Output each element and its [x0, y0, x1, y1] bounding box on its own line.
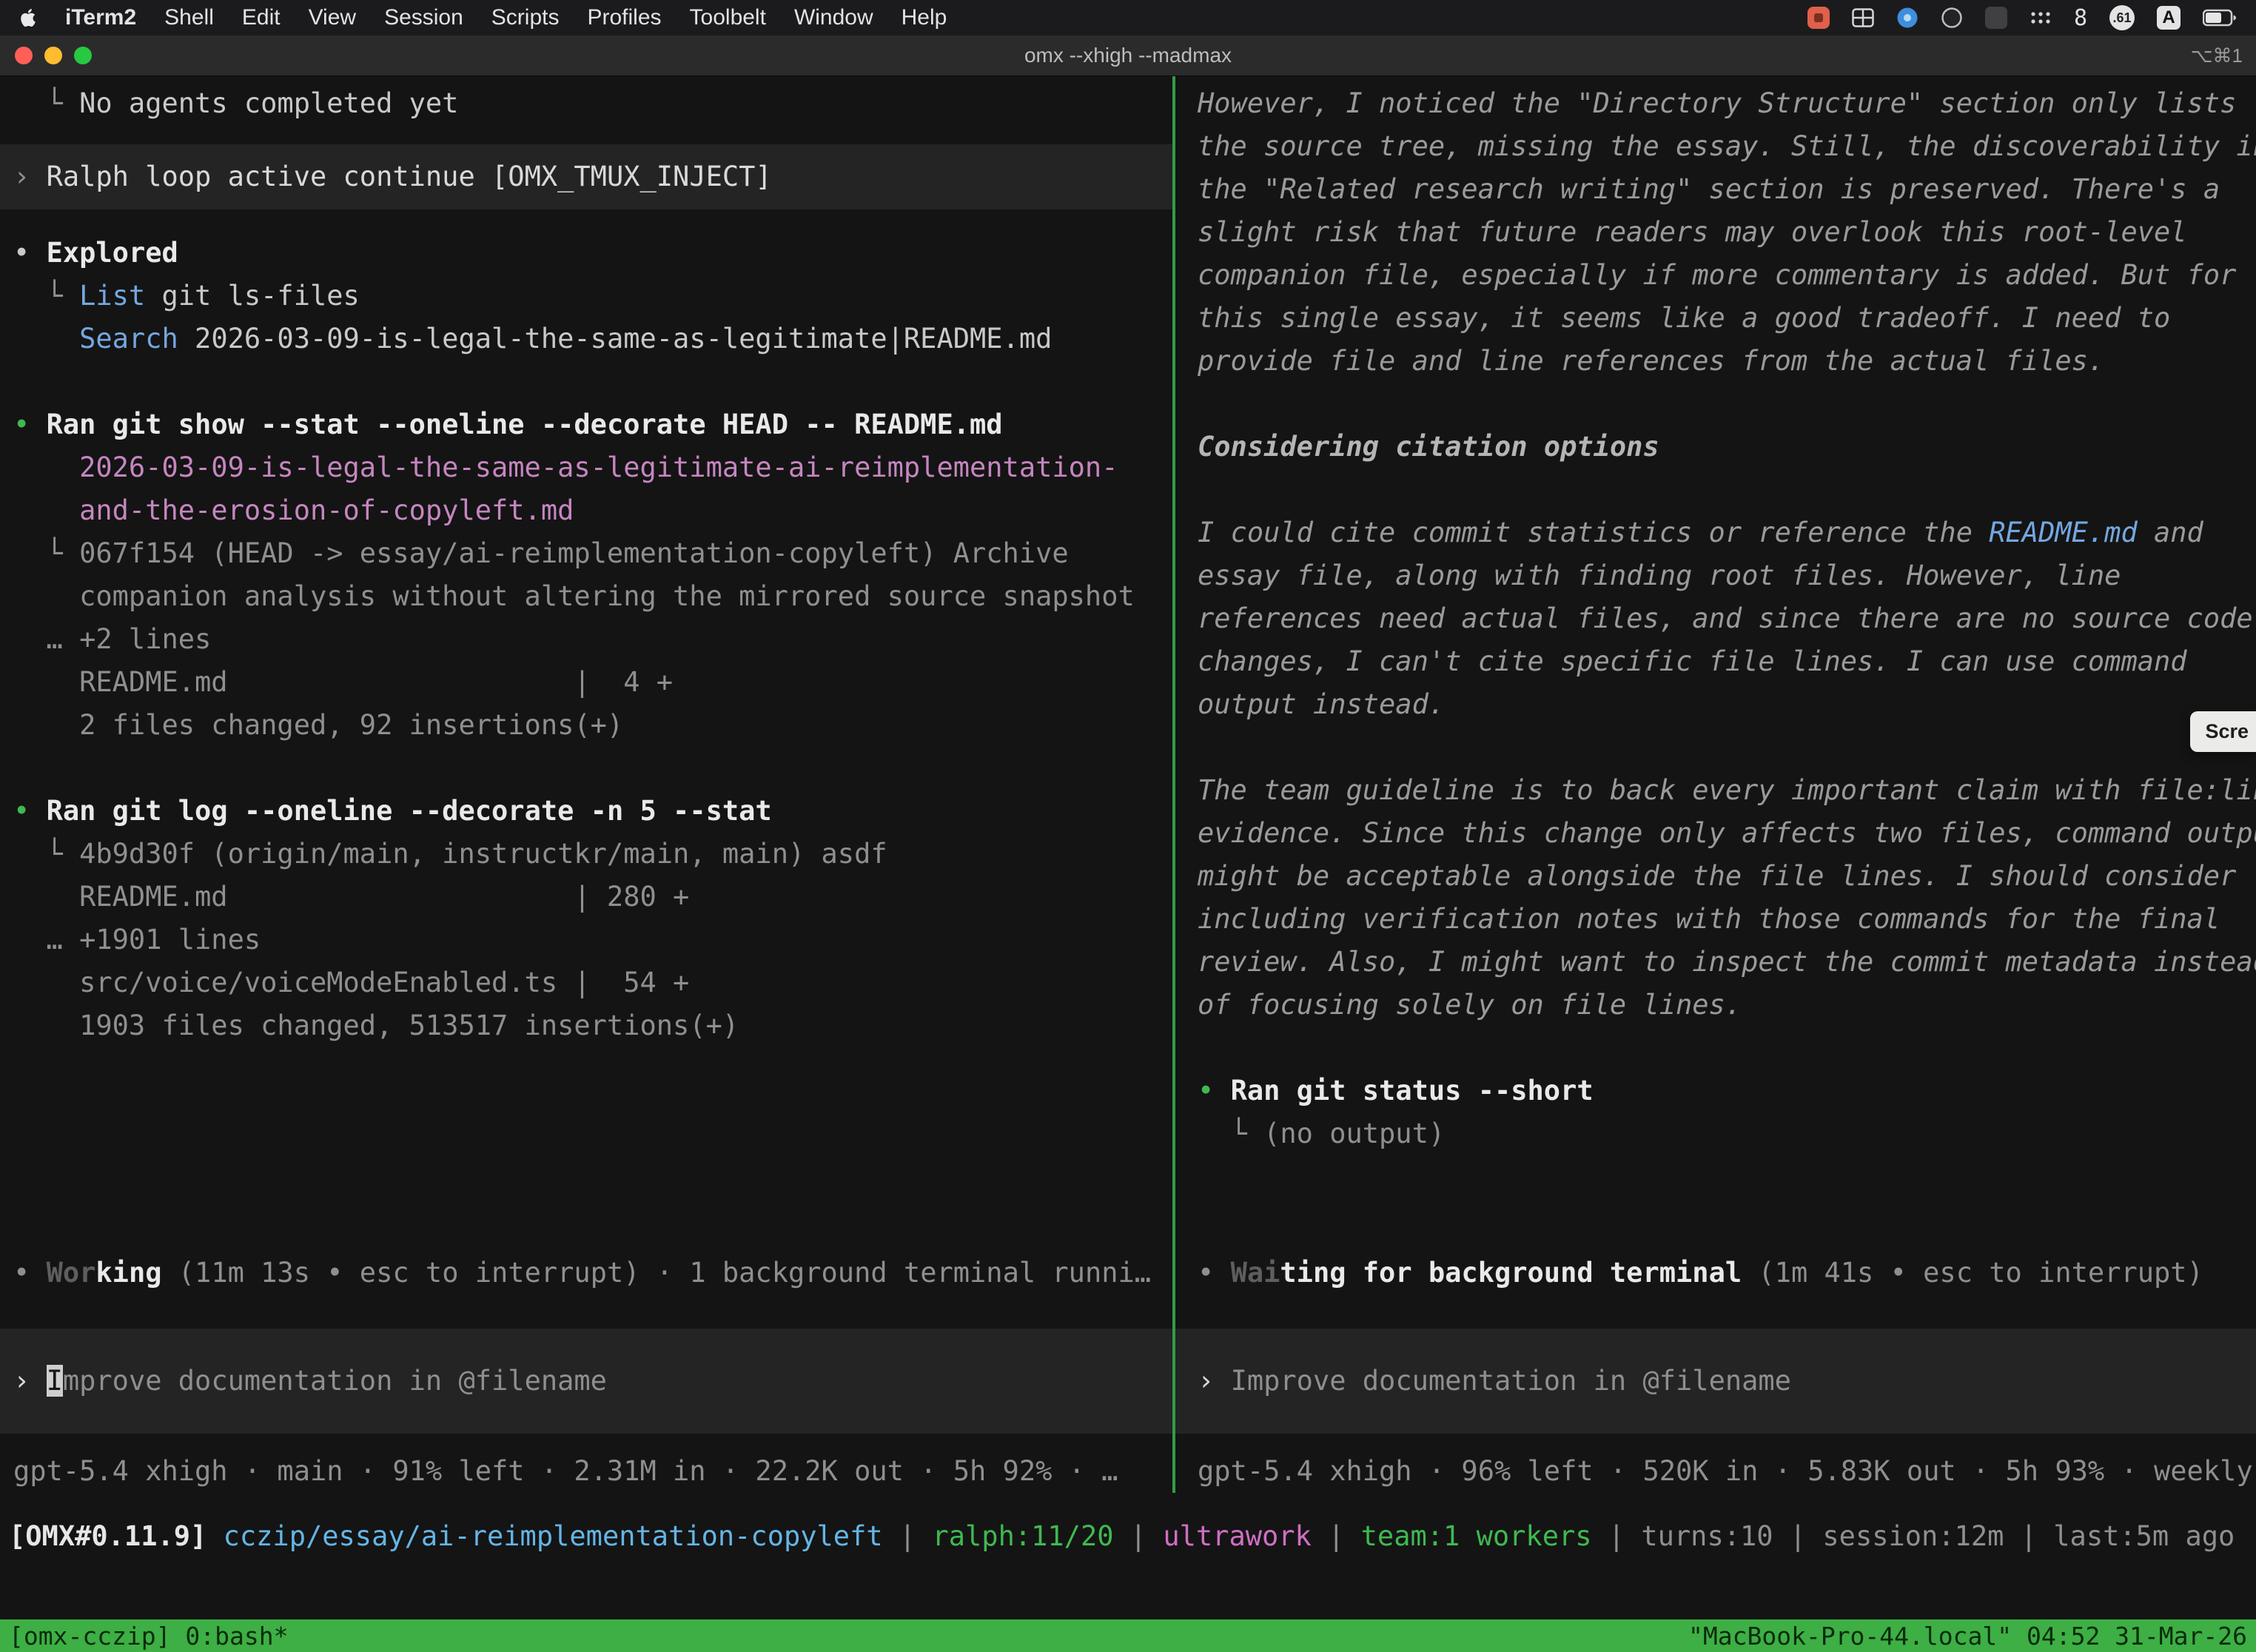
blank-line [1175, 469, 2256, 511]
menu-items: iTerm2 Shell Edit View Session Scripts P… [19, 5, 947, 30]
ran-git-status: • Ran git status --short [1175, 1070, 2256, 1112]
menu-item-scripts[interactable]: Scripts [491, 5, 560, 30]
ran-git-show: • Ran git show --stat --oneline --decora… [0, 403, 1172, 446]
readme-link[interactable]: README.md [1989, 517, 2137, 548]
right-pane[interactable]: However, I noticed the "Directory Struct… [1175, 76, 2256, 1493]
minimize-button[interactable] [44, 47, 62, 64]
git-show-output-1: └ 067f154 (HEAD -> essay/ai-reimplementa… [0, 532, 1172, 575]
menu-item-profiles[interactable]: Profiles [587, 5, 661, 30]
blank-line [1175, 1027, 2256, 1070]
dark-app-icon[interactable] [1985, 7, 2007, 29]
menu-bar-status-icons: 8 .61 A [1807, 5, 2237, 31]
git-log-output-5: 1903 files changed, 513517 insertions(+) [0, 1004, 1172, 1047]
empty-scrollback [1175, 1155, 2256, 1252]
dots-grid-icon[interactable] [2030, 10, 2052, 26]
working-status-line: • Working (11m 13s • esc to interrupt) ·… [0, 1252, 1172, 1295]
tmux-session-window[interactable]: [omx-cczip] 0:bash* [9, 1622, 289, 1651]
menu-item-view[interactable]: View [309, 5, 356, 30]
omx-version: [OMX#0.11.9] [9, 1520, 207, 1552]
empty-scrollback [0, 1047, 1172, 1252]
explored-list-cmd: └ List git ls-files [0, 275, 1172, 318]
agents-status-line: └ No agents completed yet [0, 82, 1172, 125]
git-show-filename-2: and-the-erosion-of-copyleft.md [0, 489, 1172, 532]
prompt-input-left[interactable]: › Improve documentation in @filename [0, 1329, 1172, 1434]
menu-item-window[interactable]: Window [794, 5, 873, 30]
tmux-panes: └ No agents completed yet › Ralph loop a… [0, 76, 2256, 1493]
terminal-window: └ No agents completed yet › Ralph loop a… [0, 76, 2256, 1652]
omx-turns: turns:10 [1641, 1520, 1773, 1552]
close-button[interactable] [15, 47, 33, 64]
omx-team-workers: team:1 workers [1361, 1520, 1592, 1552]
tmux-host-clock: "MacBook-Pro-44.local" 04:52 31-Mar-26 [1688, 1622, 2247, 1651]
waiting-status-line: • Waiting for background terminal (1m 41… [1175, 1252, 2256, 1295]
window-shortcut-label: ⌥⌘1 [2191, 44, 2256, 67]
input-source-icon[interactable]: A [2157, 6, 2181, 30]
blank-line [1175, 726, 2256, 769]
thinking-paragraph-2: I could cite commit statistics or refere… [1175, 511, 2256, 726]
blank-line [1175, 383, 2256, 426]
omx-session-time: session:12m [1822, 1520, 2004, 1552]
screen-recording-indicator-icon[interactable] [1807, 7, 1830, 29]
battery-percent-icon[interactable]: .61 [2109, 5, 2135, 30]
apple-menu-icon[interactable] [19, 7, 37, 28]
menu-item-shell[interactable]: Shell [164, 5, 214, 30]
git-status-output: └ (no output) [1175, 1112, 2256, 1155]
ran-git-log: • Ran git log --oneline --decorate -n 5 … [0, 790, 1172, 833]
git-show-output-2: companion analysis without altering the … [0, 575, 1172, 618]
model-status-line-left: gpt-5.4 xhigh · main · 91% left · 2.31M … [0, 1450, 1172, 1493]
omx-worktree-path: cczip/essay/ai-reimplementation-copyleft [224, 1520, 883, 1552]
ralph-loop-banner: › Ralph loop active continue [OMX_TMUX_I… [0, 144, 1172, 209]
explored-search-cmd: Search 2026-03-09-is-legal-the-same-as-l… [0, 318, 1172, 360]
menu-item-iterm2[interactable]: iTerm2 [65, 5, 136, 30]
thinking-paragraph-1: However, I noticed the "Directory Struct… [1175, 82, 2256, 383]
blue-app-icon[interactable] [1896, 7, 1918, 29]
omx-mode-badge: ultrawork [1163, 1520, 1311, 1552]
window-title-bar: omx --xhigh --madmax ⌥⌘1 [0, 36, 2256, 76]
menu-item-session[interactable]: Session [384, 5, 463, 30]
tmux-status-bar: [omx-cczip] 0:bash* "MacBook-Pro-44.loca… [0, 1619, 2256, 1652]
git-show-output-4: README.md | 4 + [0, 661, 1172, 704]
numeric-8-icon[interactable]: 8 [2074, 5, 2087, 31]
blank-line [0, 360, 1172, 403]
window-grid-icon[interactable] [1852, 8, 1874, 27]
battery-icon[interactable] [2203, 8, 2237, 27]
left-pane[interactable]: └ No agents completed yet › Ralph loop a… [0, 76, 1172, 1493]
omx-ralph-counter: ralph:11/20 [932, 1520, 1113, 1552]
git-show-output-5: 2 files changed, 92 insertions(+) [0, 704, 1172, 747]
menu-item-toolbelt[interactable]: Toolbelt [690, 5, 766, 30]
traffic-lights [0, 47, 92, 64]
model-status-line-right: gpt-5.4 xhigh · 96% left · 520K in · 5.8… [1175, 1450, 2256, 1493]
zoom-button[interactable] [74, 47, 92, 64]
macos-menu-bar: iTerm2 Shell Edit View Session Scripts P… [0, 0, 2256, 36]
omx-status-bar: [OMX#0.11.9] cczip/essay/ai-reimplementa… [0, 1515, 2256, 1558]
blank-line [0, 747, 1172, 790]
git-show-filename-1: 2026-03-09-is-legal-the-same-as-legitima… [0, 446, 1172, 489]
prompt-input-right[interactable]: › Improve documentation in @filename [1175, 1329, 2256, 1434]
git-log-output-4: src/voice/voiceModeEnabled.ts | 54 + [0, 961, 1172, 1004]
menu-item-help[interactable]: Help [902, 5, 947, 30]
git-show-output-3: … +2 lines [0, 618, 1172, 661]
thinking-paragraph-3: The team guideline is to back every impo… [1175, 769, 2256, 1027]
thinking-heading: Considering citation options [1175, 426, 2256, 469]
screen-share-edge-button[interactable]: Scre [2190, 711, 2256, 752]
dark-circle-icon[interactable] [1941, 7, 1963, 29]
git-log-output-3: … +1901 lines [0, 919, 1172, 961]
menu-item-edit[interactable]: Edit [242, 5, 281, 30]
window-title: omx --xhigh --madmax [0, 44, 2256, 67]
text-cursor: I [47, 1365, 63, 1397]
git-log-output-2: README.md | 280 + [0, 876, 1172, 919]
omx-last-activity: last:5m ago [2053, 1520, 2235, 1552]
explored-header: • Explored [0, 232, 1172, 275]
git-log-output-1: └ 4b9d30f (origin/main, instructkr/main,… [0, 833, 1172, 876]
